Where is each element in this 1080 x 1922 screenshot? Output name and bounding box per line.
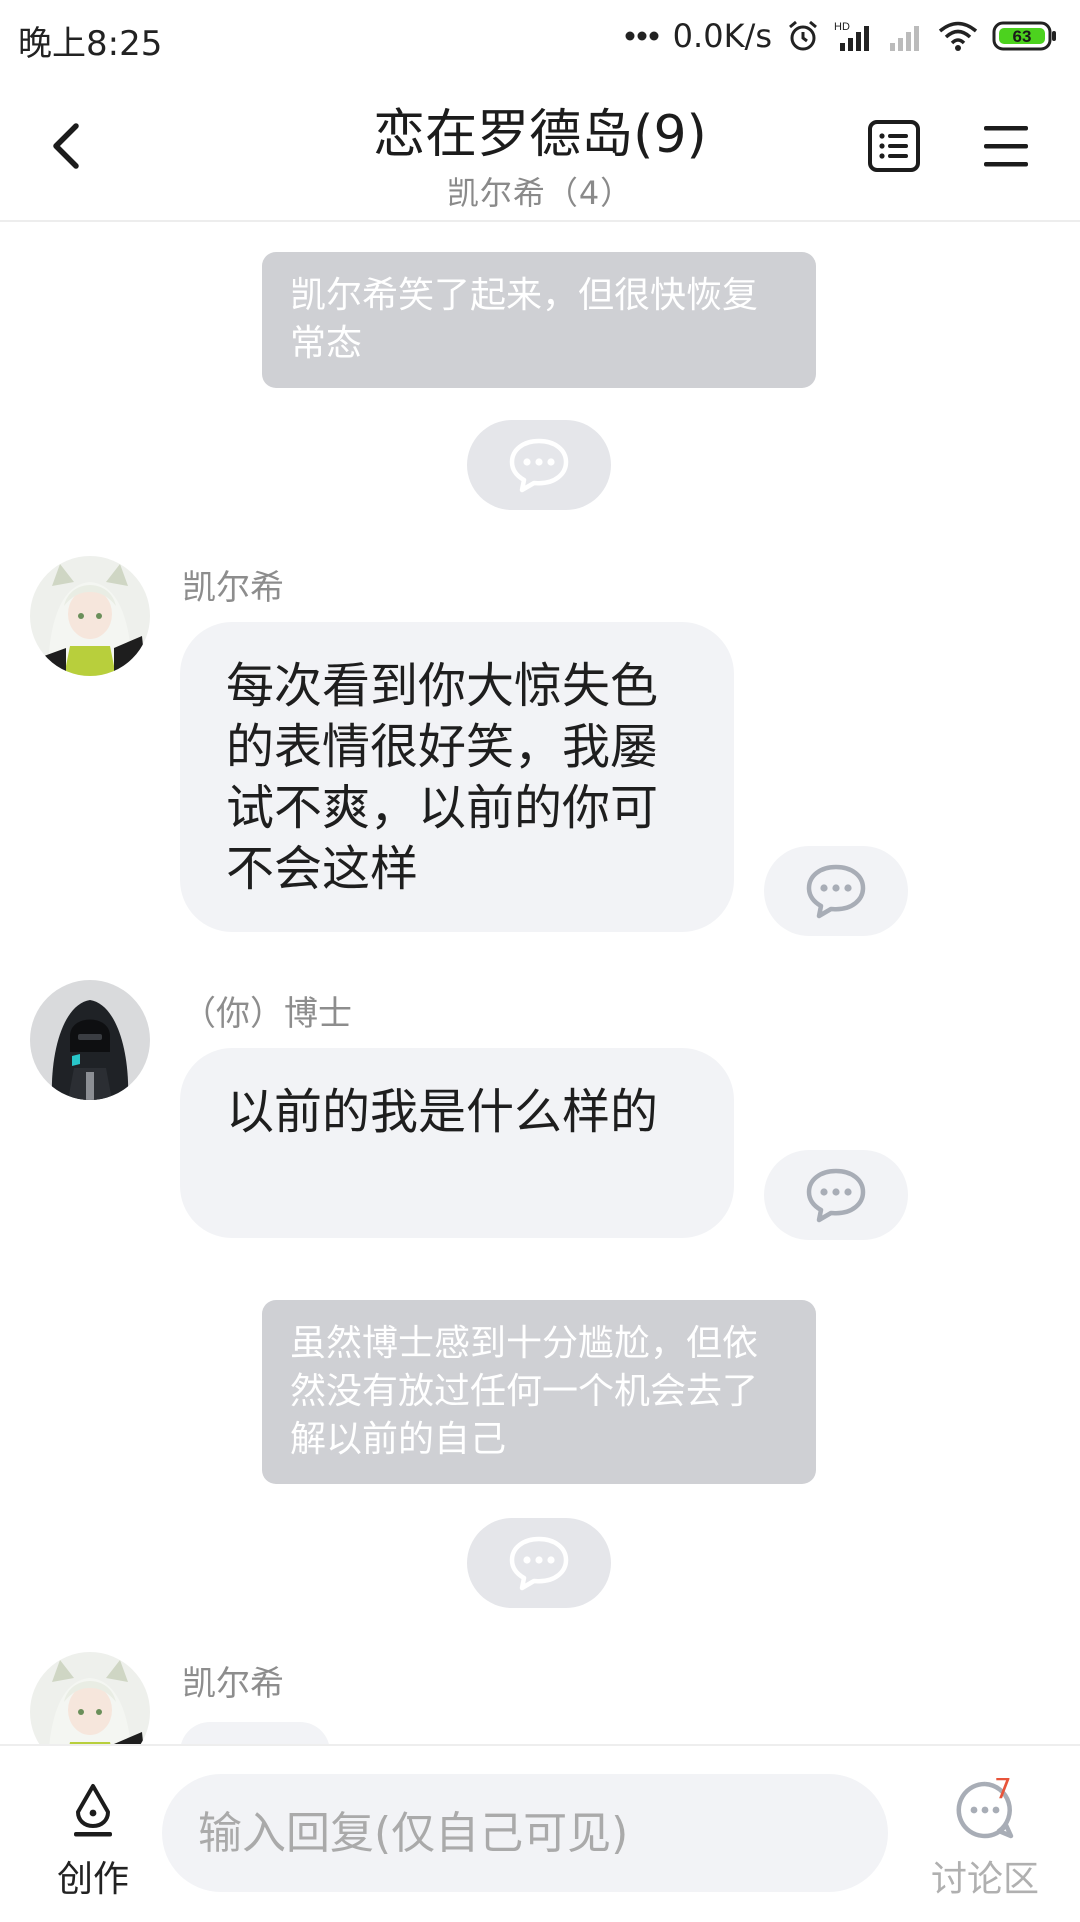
dialogue-bubble: 以前的我是什么样的 [180, 1048, 734, 1238]
narration-message: 凯尔希笑了起来，但很快恢复常态 [262, 252, 816, 388]
avatar[interactable] [30, 980, 150, 1100]
chapter-subtitle: 凯尔希（4） [446, 174, 634, 212]
discussion-badge: 7 [994, 1772, 1012, 1805]
chapter-list-button[interactable] [866, 118, 922, 174]
battery-level: 63 [1013, 27, 1032, 46]
speaker-name: （你）博士 [182, 994, 352, 1034]
status-bar: 晚上8:25 0.0K/s HD 63 [0, 0, 1080, 74]
dots-icon [625, 31, 659, 41]
reply-input[interactable] [162, 1774, 888, 1892]
menu-icon [984, 126, 1028, 167]
comment-button[interactable] [764, 846, 908, 936]
speaker-name: 凯尔希 [182, 568, 284, 608]
wifi-icon [938, 21, 978, 51]
svg-text:HD: HD [834, 21, 850, 33]
dialogue-bubble: 每次看到你大惊失色的表情很好笑，我屡试不爽，以前的你可不会这样 [180, 622, 734, 932]
bottom-bar: 创作 7 讨论区 [0, 1744, 1080, 1922]
discussion-label: 讨论区 [930, 1859, 1039, 1900]
create-button[interactable]: 创作 [48, 1774, 138, 1900]
status-indicators: 0.0K/s HD 63 [625, 14, 1058, 58]
pen-nib-icon [74, 1784, 112, 1837]
doctor-avatar [30, 980, 150, 1100]
comment-button[interactable] [467, 420, 611, 510]
kaltsit-avatar [30, 556, 150, 676]
discussion-button[interactable]: 7 讨论区 [920, 1768, 1050, 1900]
avatar[interactable] [30, 556, 150, 676]
chapter-list-icon [868, 120, 920, 172]
hd-signal-icon: HD [834, 21, 869, 51]
network-speed: 0.0K/s [672, 17, 772, 55]
menu-button[interactable] [980, 120, 1032, 172]
comment-icon [806, 1168, 866, 1223]
signal-icon [890, 26, 919, 51]
create-label: 创作 [56, 1859, 129, 1900]
speaker-name: 凯尔希 [182, 1664, 284, 1704]
comment-icon [509, 438, 569, 493]
narration-message: 虽然博士感到十分尴尬，但依然没有放过任何一个机会去了解以前的自己 [262, 1300, 816, 1484]
battery-icon: 63 [992, 21, 1056, 51]
status-time: 晚上8:25 [18, 24, 163, 64]
comment-icon [806, 864, 866, 919]
comment-button[interactable] [467, 1518, 611, 1608]
comment-button[interactable] [764, 1150, 908, 1240]
chat-header: 恋在罗德岛(9) 凯尔希（4） [0, 74, 1080, 222]
comment-icon [509, 1536, 569, 1591]
alarm-icon [789, 20, 817, 51]
